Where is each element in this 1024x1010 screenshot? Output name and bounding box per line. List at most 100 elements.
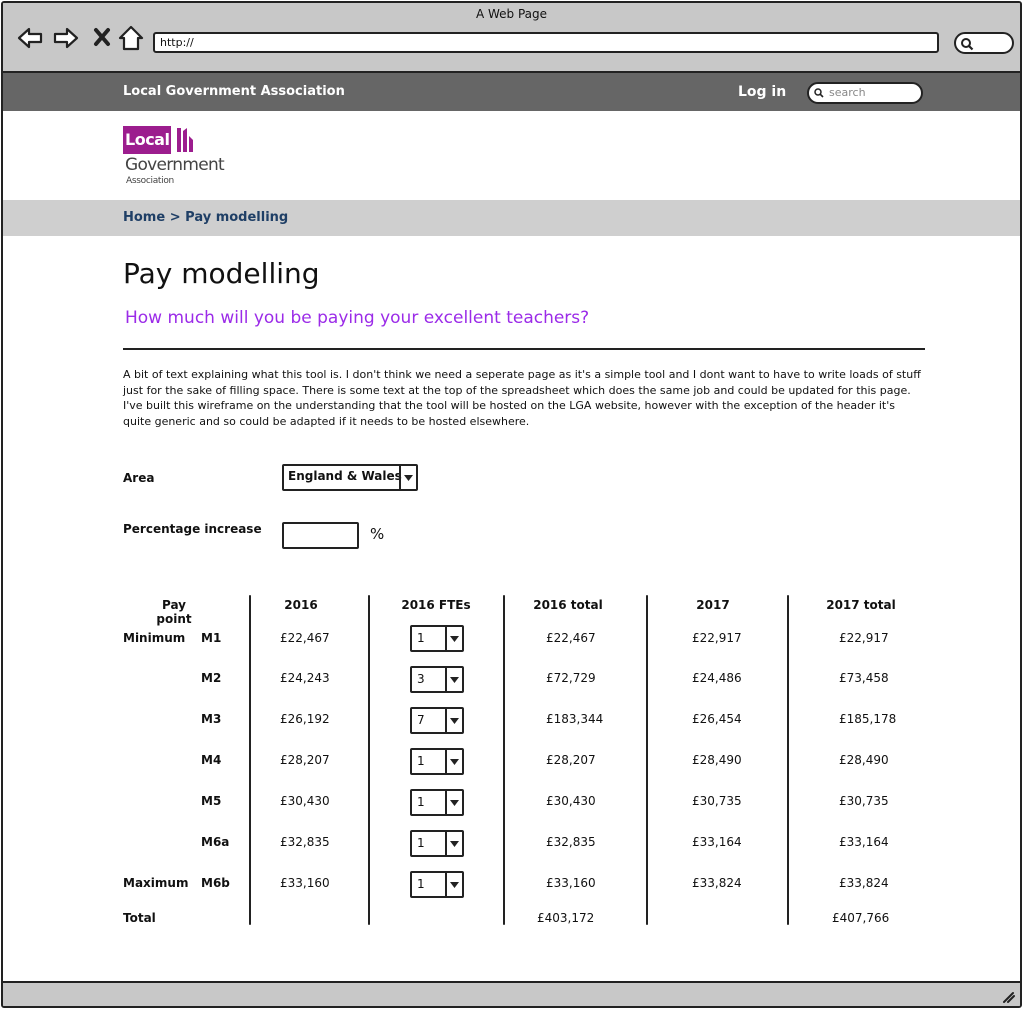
pay-point-label: M6b xyxy=(201,876,230,890)
back-arrow-icon[interactable] xyxy=(15,23,45,53)
fte-value: 1 xyxy=(417,631,425,645)
pay-point-label: M6a xyxy=(201,835,230,849)
row-group-label: Minimum xyxy=(123,631,186,645)
breadcrumb-bar: Home > Pay modelling xyxy=(3,200,1020,236)
page-subtitle: How much will you be paying your excelle… xyxy=(125,308,590,328)
fte-select[interactable]: 1 xyxy=(410,830,464,857)
breadcrumb: Home > Pay modelling xyxy=(123,210,288,225)
total-label: Total xyxy=(123,911,156,925)
status-bar xyxy=(3,981,1020,1006)
fte-value: 1 xyxy=(417,836,425,850)
total-2016: £30,430 xyxy=(546,794,596,808)
chevron-down-icon[interactable] xyxy=(445,709,462,732)
breadcrumb-separator: > xyxy=(169,210,181,225)
total-2016: £183,344 xyxy=(546,712,604,726)
fte-select[interactable]: 1 xyxy=(410,871,464,898)
logo-mark-icon xyxy=(177,128,193,152)
total-2017: £33,164 xyxy=(839,835,889,849)
column-divider xyxy=(646,595,648,925)
grand-total-2016: £403,172 xyxy=(537,911,595,925)
fte-select[interactable]: 1 xyxy=(410,748,464,775)
pay-2016: £33,160 xyxy=(280,876,330,890)
lga-logo[interactable]: Local Government Association xyxy=(123,126,238,188)
fte-value: 1 xyxy=(417,877,425,891)
chevron-down-icon[interactable] xyxy=(445,668,462,691)
total-2017: £22,917 xyxy=(839,631,889,645)
chevron-down-icon[interactable] xyxy=(399,466,416,489)
url-field[interactable]: http:// xyxy=(153,32,939,53)
pay-2016: £28,207 xyxy=(280,753,330,767)
chevron-down-icon[interactable] xyxy=(445,873,462,896)
header-2016-ftes: 2016 FTEs xyxy=(401,598,471,612)
close-icon[interactable] xyxy=(89,23,119,53)
chevron-down-icon[interactable] xyxy=(445,791,462,814)
pay-2016: £30,430 xyxy=(280,794,330,808)
chevron-down-icon[interactable] xyxy=(445,750,462,773)
fte-select[interactable]: 1 xyxy=(410,625,464,652)
fte-select[interactable]: 1 xyxy=(410,789,464,816)
total-2017: £30,735 xyxy=(839,794,889,808)
forward-arrow-icon[interactable] xyxy=(51,23,81,53)
row-group-label: Maximum xyxy=(123,876,189,890)
pay-point-label: M1 xyxy=(201,631,222,645)
fte-value: 7 xyxy=(417,713,425,727)
logo-government-text: Government xyxy=(125,155,225,175)
pay-2016: £26,192 xyxy=(280,712,330,726)
fte-value: 1 xyxy=(417,795,425,809)
column-divider xyxy=(787,595,789,925)
pay-point-label: M2 xyxy=(201,671,222,685)
resize-grip-icon[interactable] xyxy=(1000,989,1016,1003)
percentage-input[interactable] xyxy=(282,522,359,549)
pay-2017: £28,490 xyxy=(692,753,742,767)
fte-value: 1 xyxy=(417,754,425,768)
column-divider xyxy=(249,595,251,925)
pay-2017: £22,917 xyxy=(692,631,742,645)
total-2017: £185,178 xyxy=(839,712,897,726)
pay-2016: £32,835 xyxy=(280,835,330,849)
chevron-down-icon[interactable] xyxy=(445,832,462,855)
pay-2016: £22,467 xyxy=(280,631,330,645)
site-search-input[interactable]: search xyxy=(807,82,923,104)
header-2017: 2017 xyxy=(696,598,730,612)
pay-point-label: M3 xyxy=(201,712,222,726)
total-2016: £22,467 xyxy=(546,631,596,645)
percentage-label: Percentage increase xyxy=(123,522,262,536)
header-2017-total: 2017 total xyxy=(826,598,896,612)
pay-2017: £24,486 xyxy=(692,671,742,685)
total-2016: £28,207 xyxy=(546,753,596,767)
fte-value: 3 xyxy=(417,672,425,686)
pay-point-label: M5 xyxy=(201,794,222,808)
fte-select[interactable]: 3 xyxy=(410,666,464,693)
fte-select[interactable]: 7 xyxy=(410,707,464,734)
page-title: Pay modelling xyxy=(123,257,320,290)
total-2016: £32,835 xyxy=(546,835,596,849)
pay-point-label: M4 xyxy=(201,753,222,767)
logo-local-text: Local xyxy=(123,126,171,154)
browser-window: A Web Page http:// Local Government Asso… xyxy=(1,1,1022,1008)
total-2017: £28,490 xyxy=(839,753,889,767)
grand-total-2017: £407,766 xyxy=(832,911,890,925)
breadcrumb-current[interactable]: Pay modelling xyxy=(185,210,288,225)
header-2016: 2016 xyxy=(284,598,318,612)
home-icon[interactable] xyxy=(116,23,146,53)
header-pay-point: Pay point xyxy=(156,598,192,626)
search-placeholder: search xyxy=(829,86,866,99)
pay-2017: £33,824 xyxy=(692,876,742,890)
window-title: A Web Page xyxy=(475,7,548,21)
pay-2016: £24,243 xyxy=(280,671,330,685)
area-select[interactable]: England & Wales xyxy=(282,464,418,491)
pay-2017: £30,735 xyxy=(692,794,742,808)
breadcrumb-home[interactable]: Home xyxy=(123,210,165,225)
site-header: Local Government Association Log in sear… xyxy=(3,73,1020,111)
column-divider xyxy=(503,595,505,925)
percentage-unit: % xyxy=(370,525,385,543)
area-label: Area xyxy=(123,471,155,485)
search-icon xyxy=(814,88,824,98)
total-2017: £73,458 xyxy=(839,671,889,685)
chevron-down-icon[interactable] xyxy=(445,627,462,650)
site-name[interactable]: Local Government Association xyxy=(123,84,345,99)
area-select-value: England & Wales xyxy=(288,469,402,483)
login-link[interactable]: Log in xyxy=(738,84,786,100)
browser-search-field[interactable] xyxy=(954,32,1014,54)
search-icon xyxy=(961,38,974,51)
